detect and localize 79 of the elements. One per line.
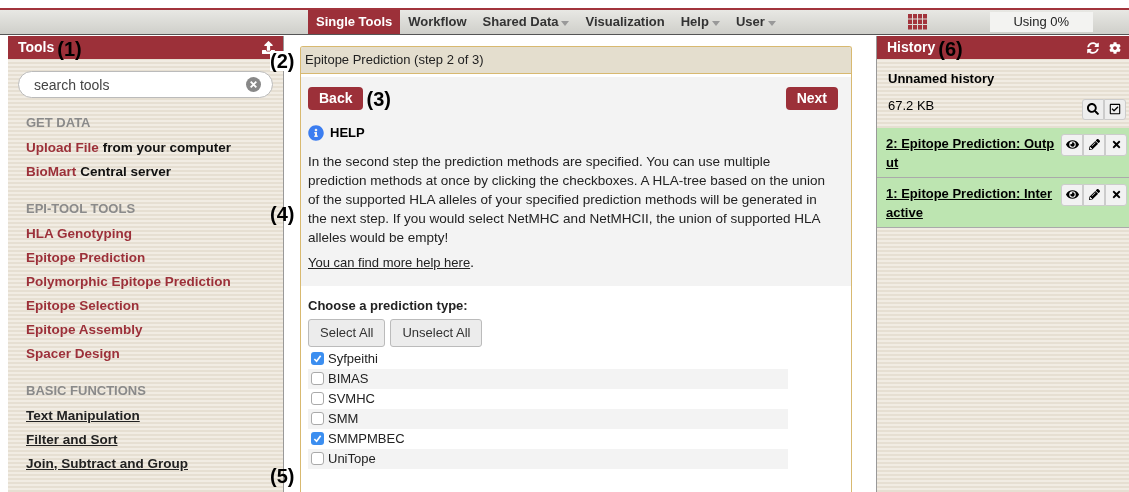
tool-link[interactable]: BioMart [26, 161, 77, 183]
settings-icon[interactable] [1109, 41, 1121, 54]
panel-title: History [887, 38, 936, 57]
checkbox-label: SMMPMBEC [328, 429, 405, 448]
checkbox-label: UniTope [328, 449, 376, 468]
grid-icon[interactable] [907, 14, 928, 30]
checkbox-label: BIMAS [328, 369, 369, 388]
dataset-title[interactable]: 1: Epitope Prediction: Interactive [886, 183, 1056, 222]
callout-label: (4) [270, 204, 295, 224]
tool-link[interactable]: Polymorphic Epitope Prediction [26, 271, 231, 293]
checkbox-label: Syfpeithi [328, 349, 378, 368]
back-button[interactable]: Back [308, 87, 364, 110]
checkbox[interactable] [311, 392, 324, 405]
tool-link[interactable]: Epitope Selection [26, 295, 140, 317]
checkbox[interactable] [311, 452, 324, 465]
checkbox[interactable] [311, 432, 324, 445]
help-text: In the second step the prediction methods are specified. You can use multiple prediction methods at once by clicking the checkboxes. A HLA-tree based on the union of the supported HLA alleles of your specified prediction methods will be generated in the next step. If you would select NetMHC and NetMHCII, the union of supported HLA alleles would be empty! [308, 152, 827, 247]
delete-button[interactable] [1105, 133, 1127, 156]
section-heading: EPI-TOOL TOOLS [26, 200, 136, 218]
search-field[interactable]: search tools [18, 71, 273, 98]
usage-meter: Using 0% [989, 12, 1093, 32]
view-button[interactable] [1061, 133, 1083, 156]
callout-label: (1) [57, 38, 82, 59]
refresh-icon[interactable] [1087, 41, 1099, 54]
dataset-title[interactable]: 2: Epitope Prediction: Output [886, 133, 1056, 172]
help-title: HELP [330, 124, 365, 142]
callout-label: (5) [270, 466, 295, 486]
tool-link[interactable]: Filter and Sort [26, 429, 118, 451]
dataset-item[interactable]: 1: Epitope Prediction: Interactive [877, 177, 1129, 228]
eye-icon [1065, 188, 1079, 201]
clear-icon[interactable] [246, 77, 261, 92]
section-heading: GET DATA [26, 114, 91, 132]
tool-description: Central server [80, 162, 172, 181]
close-icon [1110, 139, 1122, 150]
callout-label: (6) [938, 38, 963, 59]
nav-tab[interactable]: User [735, 12, 765, 32]
tool-description: from your computer [102, 138, 232, 157]
tool-link[interactable]: Upload File [26, 137, 99, 159]
nav-tab[interactable]: Shared Data [482, 12, 559, 32]
checkbox[interactable] [311, 352, 324, 365]
checkbox[interactable] [311, 412, 324, 425]
edit-button[interactable] [1083, 183, 1105, 206]
form-title: Epitope Prediction (step 2 of 3) [305, 51, 484, 70]
select-all-button[interactable]: Select All [308, 318, 386, 347]
nav-tab[interactable]: Help [680, 12, 709, 32]
callout-label: (3) [366, 88, 391, 109]
checkbox-icon [1109, 103, 1121, 115]
history-name: Unnamed history [888, 70, 996, 88]
tool-link[interactable]: Text Manipulation [26, 405, 140, 427]
next-button[interactable]: Next [785, 87, 838, 110]
history-size: 67.2 KB [888, 97, 935, 116]
nav-tab[interactable]: Workflow [408, 12, 467, 32]
nav-tab[interactable]: Visualization [585, 12, 665, 32]
close-icon [1110, 189, 1122, 200]
dataset-item[interactable]: 2: Epitope Prediction: Output [877, 127, 1129, 178]
callout-label: (2) [270, 51, 295, 71]
pencil-icon [1088, 189, 1100, 200]
tool-link[interactable]: Epitope Prediction [26, 247, 146, 269]
edit-button[interactable] [1083, 133, 1105, 156]
tool-link[interactable]: HLA Genotyping [26, 223, 132, 245]
delete-button[interactable] [1105, 183, 1127, 206]
link-punctuation: . [470, 253, 474, 272]
pencil-icon [1088, 139, 1100, 150]
panel-title: Tools [18, 38, 55, 57]
checkbox-label: SMM [328, 409, 359, 428]
search-button[interactable] [1082, 98, 1104, 120]
section-heading: BASIC FUNCTIONS [26, 382, 146, 400]
checkbox-label: SVMHC [328, 389, 375, 408]
checkbox[interactable] [311, 372, 324, 385]
view-button[interactable] [1061, 183, 1083, 206]
info-icon [308, 124, 324, 141]
tool-link[interactable]: Spacer Design [26, 343, 120, 365]
search-icon [1087, 103, 1099, 115]
tool-link[interactable]: Epitope Assembly [26, 319, 143, 341]
unselect-all-button[interactable]: Unselect All [390, 318, 483, 347]
tool-link[interactable]: Join, Subtract and Group [26, 453, 188, 475]
field-label: Choose a prediction type: [308, 297, 469, 315]
select-button[interactable] [1104, 98, 1126, 120]
eye-icon [1065, 138, 1079, 151]
